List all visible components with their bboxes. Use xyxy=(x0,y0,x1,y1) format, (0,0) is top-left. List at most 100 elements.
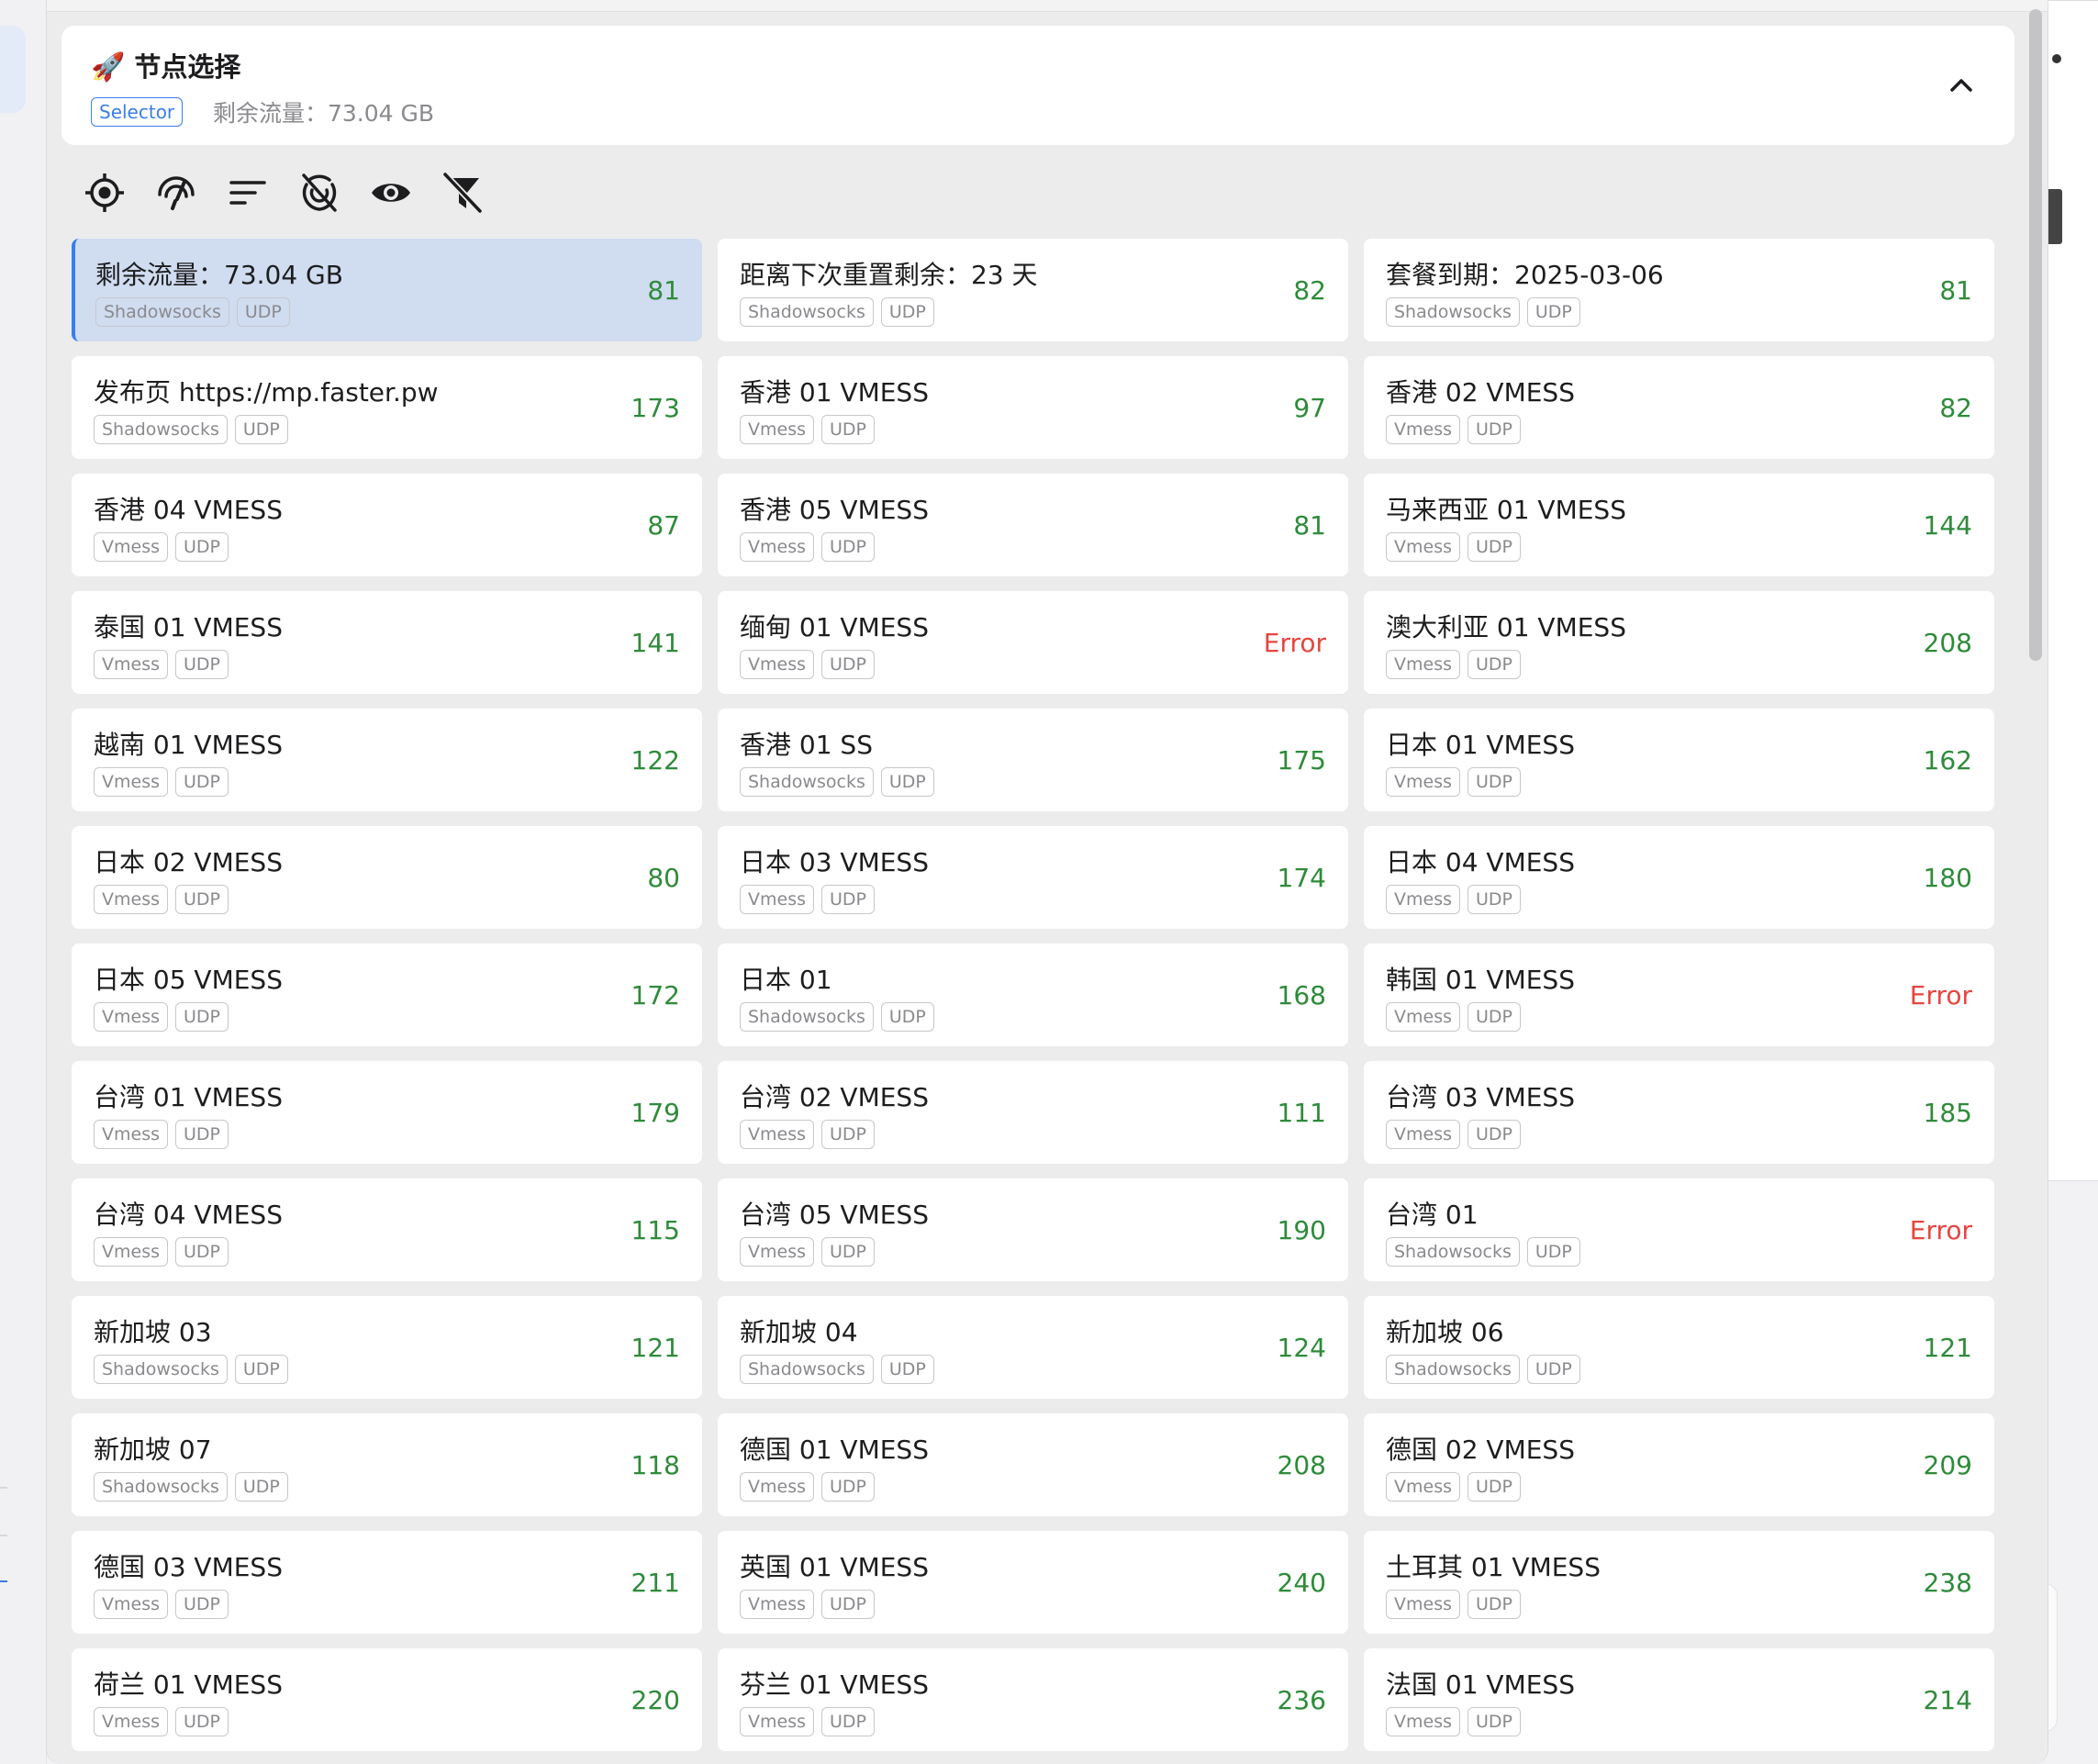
proxy-card[interactable]: 德国 03 VMESS Vmess UDP 211 xyxy=(72,1531,702,1634)
proxy-card[interactable]: 泰国 01 VMESS Vmess UDP 141 xyxy=(72,591,702,694)
proxy-delay[interactable]: 80 xyxy=(647,863,680,893)
proxy-card[interactable]: 台湾 02 VMESS Vmess UDP 111 xyxy=(718,1061,1348,1164)
proxy-delay[interactable]: 121 xyxy=(631,1333,680,1363)
proxy-card[interactable]: 韩国 01 VMESS Vmess UDP Error xyxy=(1364,943,1994,1046)
proxy-group-header[interactable]: 🚀 节点选择 Selector 剩余流量：73.04 GB xyxy=(61,26,2014,145)
proxy-delay[interactable]: 87 xyxy=(647,510,680,541)
proxy-card[interactable]: 缅甸 01 VMESS Vmess UDP Error xyxy=(718,591,1348,694)
proxy-card[interactable]: 套餐到期：2025-03-06 Shadowsocks UDP 81 xyxy=(1364,239,1994,341)
proxy-delay[interactable]: 118 xyxy=(631,1450,680,1480)
proxy-card[interactable]: 马来西亚 01 VMESS Vmess UDP 144 xyxy=(1364,474,1994,576)
proxy-type-tag: Vmess xyxy=(94,767,168,797)
proxy-card[interactable]: 台湾 01 Shadowsocks UDP Error xyxy=(1364,1178,1994,1281)
proxy-card[interactable]: 新加坡 04 Shadowsocks UDP 124 xyxy=(718,1296,1348,1399)
proxy-card[interactable]: 香港 01 VMESS Vmess UDP 97 xyxy=(718,356,1348,459)
proxy-delay[interactable]: Error xyxy=(1910,980,1972,1010)
proxy-delay[interactable]: 122 xyxy=(631,745,680,776)
sort-button[interactable] xyxy=(227,168,269,218)
proxy-card[interactable]: 新加坡 03 Shadowsocks UDP 121 xyxy=(72,1296,702,1399)
proxy-delay[interactable]: 115 xyxy=(631,1215,680,1245)
proxy-delay[interactable]: 121 xyxy=(1924,1333,1972,1363)
proxy-delay[interactable]: 168 xyxy=(1278,980,1326,1010)
proxy-card[interactable]: 日本 03 VMESS Vmess UDP 174 xyxy=(718,826,1348,929)
proxy-delay[interactable]: 208 xyxy=(1924,628,1972,658)
proxy-card[interactable]: 德国 01 VMESS Vmess UDP 208 xyxy=(718,1413,1348,1516)
proxy-card[interactable]: 新加坡 07 Shadowsocks UDP 118 xyxy=(72,1413,702,1516)
proxy-tags: Vmess UDP xyxy=(1386,1707,1521,1736)
proxy-delay[interactable]: 81 xyxy=(647,275,680,306)
proxy-delay[interactable]: 173 xyxy=(631,393,680,423)
proxy-tags: Vmess UDP xyxy=(740,532,875,562)
proxy-card[interactable]: 发布页 https://mp.faster.pw Shadowsocks UDP 17… xyxy=(72,356,702,459)
proxy-card[interactable]: 澳大利亚 01 VMESS Vmess UDP 208 xyxy=(1364,591,1994,694)
proxy-delay[interactable]: 236 xyxy=(1278,1685,1326,1715)
proxy-card[interactable]: 香港 04 VMESS Vmess UDP 87 xyxy=(72,474,702,576)
delay-test-button[interactable] xyxy=(155,168,197,218)
proxy-delay[interactable]: Error xyxy=(1910,1215,1972,1245)
hide-unavailable-button[interactable] xyxy=(298,168,340,218)
udp-tag: UDP xyxy=(821,1590,875,1619)
scrollbar-thumb[interactable] xyxy=(2029,9,2042,661)
proxy-delay[interactable]: 211 xyxy=(631,1568,680,1598)
proxy-delay[interactable]: 97 xyxy=(1293,393,1326,423)
group-type-badge: Selector xyxy=(91,97,184,127)
proxy-delay[interactable]: 172 xyxy=(631,980,680,1010)
proxy-delay[interactable]: 209 xyxy=(1924,1450,1972,1480)
proxy-delay[interactable]: 111 xyxy=(1278,1098,1326,1128)
sidebar-selected-item[interactable] xyxy=(0,26,26,113)
proxy-delay[interactable]: 144 xyxy=(1924,510,1972,541)
proxy-delay[interactable]: 141 xyxy=(631,628,680,658)
proxy-delay[interactable]: 214 xyxy=(1924,1685,1972,1715)
proxy-card[interactable]: 英国 01 VMESS Vmess UDP 240 xyxy=(718,1531,1348,1634)
proxy-card[interactable]: 台湾 03 VMESS Vmess UDP 185 xyxy=(1364,1061,1994,1164)
proxy-delay[interactable]: 81 xyxy=(1939,275,1972,306)
proxy-card[interactable]: 台湾 05 VMESS Vmess UDP 190 xyxy=(718,1178,1348,1281)
proxy-delay[interactable]: Error xyxy=(1264,628,1326,658)
udp-tag: UDP xyxy=(175,1002,229,1032)
proxy-delay[interactable]: 162 xyxy=(1924,745,1972,776)
proxy-card[interactable]: 日本 02 VMESS Vmess UDP 80 xyxy=(72,826,702,929)
proxy-delay[interactable]: 240 xyxy=(1278,1568,1326,1598)
proxy-name: 德国 01 VMESS xyxy=(740,1435,929,1465)
proxy-card[interactable]: 越南 01 VMESS Vmess UDP 122 xyxy=(72,709,702,811)
proxy-card[interactable]: 日本 05 VMESS Vmess UDP 172 xyxy=(72,943,702,1046)
proxy-delay[interactable]: 190 xyxy=(1278,1215,1326,1245)
proxy-card[interactable]: 香港 05 VMESS Vmess UDP 81 xyxy=(718,474,1348,576)
proxy-card[interactable]: 日本 01 Shadowsocks UDP 168 xyxy=(718,943,1348,1046)
udp-tag: UDP xyxy=(175,650,229,679)
proxy-card[interactable]: 距离下次重置剩余：23 天 Shadowsocks UDP 82 xyxy=(718,239,1348,341)
locate-button[interactable] xyxy=(84,168,126,218)
proxy-delay[interactable]: 81 xyxy=(1293,510,1326,541)
proxy-card[interactable]: 荷兰 01 VMESS Vmess UDP 220 xyxy=(72,1648,702,1751)
show-button[interactable] xyxy=(370,168,412,218)
proxy-delay[interactable]: 174 xyxy=(1278,863,1326,893)
collapse-button[interactable] xyxy=(1943,67,1980,104)
udp-tag: UDP xyxy=(175,1590,229,1619)
proxy-card[interactable]: 新加坡 06 Shadowsocks UDP 121 xyxy=(1364,1296,1994,1399)
proxy-card[interactable]: 台湾 01 VMESS Vmess UDP 179 xyxy=(72,1061,702,1164)
proxy-delay[interactable]: 238 xyxy=(1924,1568,1972,1598)
filter-off-button[interactable] xyxy=(441,168,484,218)
proxy-card[interactable]: 香港 02 VMESS Vmess UDP 82 xyxy=(1364,356,1994,459)
proxy-delay[interactable]: 220 xyxy=(631,1685,680,1715)
proxy-card[interactable]: 法国 01 VMESS Vmess UDP 214 xyxy=(1364,1648,1994,1751)
proxy-delay[interactable]: 185 xyxy=(1924,1098,1972,1128)
udp-tag: UDP xyxy=(880,297,934,327)
proxy-delay[interactable]: 124 xyxy=(1278,1333,1326,1363)
proxy-type-tag: Vmess xyxy=(94,1120,168,1149)
proxy-delay[interactable]: 179 xyxy=(631,1098,680,1128)
proxy-card[interactable]: 德国 02 VMESS Vmess UDP 209 xyxy=(1364,1413,1994,1516)
proxy-delay[interactable]: 82 xyxy=(1939,393,1972,423)
proxy-type-tag: Vmess xyxy=(740,1120,814,1149)
proxy-delay[interactable]: 180 xyxy=(1924,863,1972,893)
proxy-card[interactable]: 香港 01 SS Shadowsocks UDP 175 xyxy=(718,709,1348,811)
proxy-card[interactable]: 日本 01 VMESS Vmess UDP 162 xyxy=(1364,709,1994,811)
proxy-delay[interactable]: 82 xyxy=(1293,275,1326,306)
proxy-card[interactable]: 芬兰 01 VMESS Vmess UDP 236 xyxy=(718,1648,1348,1751)
proxy-card[interactable]: 剩余流量：73.04 GB Shadowsocks UDP 81 xyxy=(72,239,702,341)
proxy-card[interactable]: 土耳其 01 VMESS Vmess UDP 238 xyxy=(1364,1531,1994,1634)
proxy-delay[interactable]: 208 xyxy=(1278,1450,1326,1480)
proxy-card[interactable]: 日本 04 VMESS Vmess UDP 180 xyxy=(1364,826,1994,929)
proxy-delay[interactable]: 175 xyxy=(1278,745,1326,776)
proxy-card[interactable]: 台湾 04 VMESS Vmess UDP 115 xyxy=(72,1178,702,1281)
